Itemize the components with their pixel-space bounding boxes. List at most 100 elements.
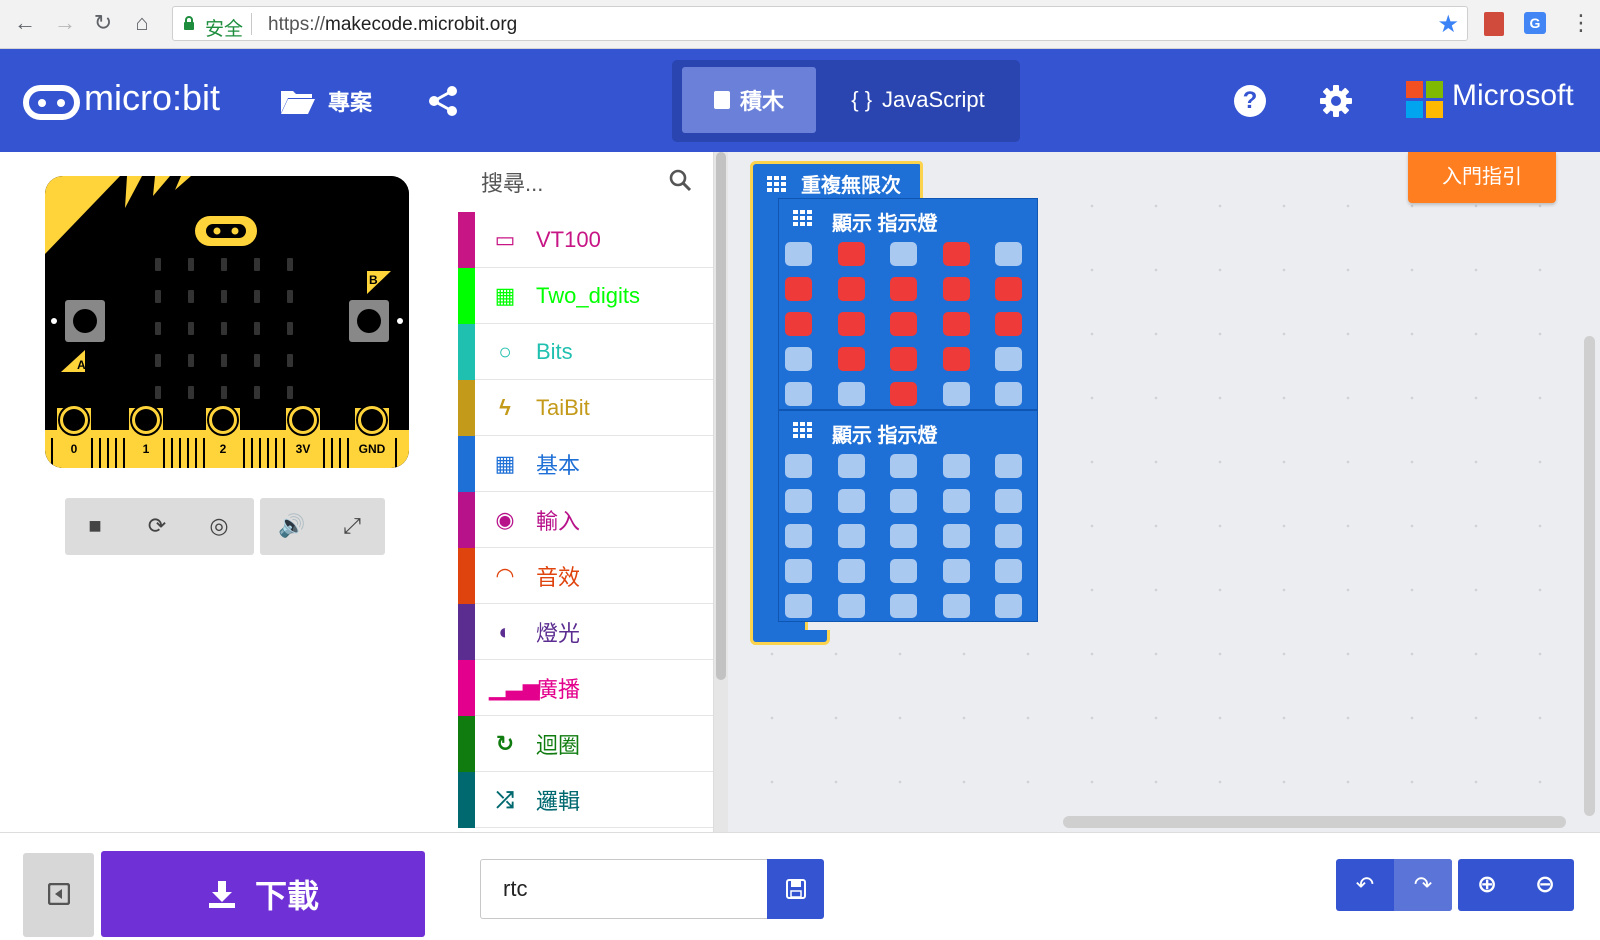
led-toggle[interactable] bbox=[995, 347, 1022, 371]
led-toggle[interactable] bbox=[785, 524, 812, 548]
led-toggle[interactable] bbox=[837, 454, 865, 478]
pdf-extension-icon[interactable] bbox=[1484, 12, 1504, 36]
restart-icon[interactable]: ⟳ bbox=[143, 512, 171, 540]
toolbox-scrollbar-thumb[interactable] bbox=[716, 152, 726, 680]
led-toggle[interactable] bbox=[837, 524, 865, 548]
led-toggle[interactable] bbox=[785, 277, 812, 301]
led-toggle[interactable] bbox=[837, 242, 865, 266]
zoom-in-button[interactable]: ⊕ bbox=[1458, 859, 1516, 911]
collapse-simulator-button[interactable] bbox=[23, 853, 94, 937]
back-icon[interactable]: ← bbox=[10, 8, 40, 38]
led-toggle[interactable] bbox=[785, 347, 812, 371]
led-toggle[interactable] bbox=[837, 277, 865, 301]
workspace-vertical-scrollbar[interactable] bbox=[1584, 336, 1595, 816]
stop-icon[interactable]: ■ bbox=[81, 512, 109, 540]
led-toggle[interactable] bbox=[995, 524, 1022, 548]
led-toggle[interactable] bbox=[890, 489, 917, 513]
led-toggle[interactable] bbox=[942, 594, 970, 618]
led-toggle[interactable] bbox=[785, 594, 812, 618]
translate-extension-icon[interactable]: G bbox=[1524, 12, 1546, 34]
led-toggle[interactable] bbox=[837, 382, 865, 406]
led-toggle[interactable] bbox=[995, 454, 1022, 478]
led-toggle[interactable] bbox=[890, 347, 917, 371]
led-toggle[interactable] bbox=[785, 312, 812, 336]
zoom-out-button[interactable]: ⊖ bbox=[1516, 859, 1574, 911]
led-toggle[interactable] bbox=[942, 489, 970, 513]
led-toggle[interactable] bbox=[995, 594, 1022, 618]
show-leds-block[interactable]: 顯示 指示燈 bbox=[778, 198, 1038, 410]
led-toggle[interactable] bbox=[837, 559, 865, 583]
led-toggle[interactable] bbox=[890, 454, 917, 478]
led-toggle[interactable] bbox=[995, 559, 1022, 583]
led-toggle[interactable] bbox=[837, 347, 865, 371]
reload-icon[interactable]: ↻ bbox=[88, 8, 118, 38]
help-icon[interactable]: ? bbox=[1234, 85, 1266, 117]
led-toggle[interactable] bbox=[995, 489, 1022, 513]
toolbox-search-input[interactable]: 搜尋... bbox=[481, 166, 543, 198]
led-toggle[interactable] bbox=[837, 312, 865, 336]
projects-button[interactable]: 專案 bbox=[280, 79, 372, 123]
led-toggle[interactable] bbox=[942, 524, 970, 548]
led-toggle[interactable] bbox=[785, 242, 812, 266]
microbit-simulator-board[interactable]: A B 0 1 2 3V GND bbox=[45, 176, 409, 468]
gear-icon[interactable] bbox=[1318, 83, 1354, 119]
led-toggle[interactable] bbox=[942, 242, 970, 266]
address-bar[interactable]: 安全 https://makecode.microbit.org ★ bbox=[172, 6, 1468, 41]
redo-button[interactable]: ↷ bbox=[1394, 859, 1452, 911]
toolbox-category[interactable]: ○ Bits bbox=[458, 323, 713, 380]
forever-block-header[interactable]: 重複無限次 bbox=[750, 161, 923, 201]
blocks-workspace[interactable]: 重複無限次 顯示 指示燈 顯示 指示燈 bbox=[728, 152, 1600, 832]
led-toggle[interactable] bbox=[890, 277, 917, 301]
led-toggle[interactable] bbox=[942, 347, 970, 371]
led-toggle[interactable] bbox=[890, 242, 917, 266]
toolbox-category[interactable]: ϟ TaiBit bbox=[458, 379, 713, 436]
led-toggle[interactable] bbox=[890, 559, 917, 583]
led-toggle[interactable] bbox=[837, 594, 865, 618]
led-toggle[interactable] bbox=[785, 454, 812, 478]
slow-motion-icon[interactable]: ◎ bbox=[205, 512, 233, 540]
show-leds-block[interactable]: 顯示 指示燈 bbox=[778, 410, 1038, 622]
toolbox-scrollbar[interactable] bbox=[714, 152, 728, 832]
led-toggle[interactable] bbox=[942, 382, 970, 406]
led-toggle[interactable] bbox=[785, 559, 812, 583]
microbit-logo-icon[interactable] bbox=[23, 85, 80, 120]
led-toggle[interactable] bbox=[942, 277, 970, 301]
toolbox-category[interactable]: ◠ 音效 bbox=[458, 547, 713, 604]
toolbox-category[interactable]: ▁▃▅ 廣播 bbox=[458, 659, 713, 716]
toolbox-category[interactable]: ▦ Two_digits bbox=[458, 267, 713, 324]
download-button[interactable]: 下載 bbox=[101, 851, 425, 937]
project-name-input[interactable]: rtc bbox=[480, 859, 768, 919]
save-button[interactable] bbox=[767, 859, 824, 919]
mute-icon[interactable]: 🔊 bbox=[278, 512, 306, 540]
forward-icon[interactable]: → bbox=[50, 8, 80, 38]
led-toggle[interactable] bbox=[890, 312, 917, 336]
led-toggle[interactable] bbox=[995, 312, 1022, 336]
toolbox-category[interactable]: ↻ 迴圈 bbox=[458, 715, 713, 772]
led-toggle[interactable] bbox=[995, 382, 1022, 406]
led-toggle[interactable] bbox=[785, 489, 812, 513]
toolbox-category[interactable]: ▦ 基本 bbox=[458, 435, 713, 492]
led-toggle[interactable] bbox=[995, 277, 1022, 301]
tab-blocks[interactable]: 積木 bbox=[682, 67, 816, 133]
led-toggle[interactable] bbox=[785, 382, 812, 406]
led-toggle[interactable] bbox=[890, 594, 917, 618]
getting-started-button[interactable]: 入門指引 bbox=[1408, 152, 1556, 203]
led-toggle[interactable] bbox=[942, 454, 970, 478]
toolbox-category[interactable]: ▭ VT100 bbox=[458, 211, 713, 268]
toolbox-category[interactable]: ⤮ 邏輯 bbox=[458, 771, 713, 828]
home-icon[interactable]: ⌂ bbox=[127, 8, 157, 38]
led-toggle[interactable] bbox=[942, 312, 970, 336]
share-icon[interactable] bbox=[425, 83, 461, 119]
led-toggle[interactable] bbox=[890, 524, 917, 548]
fullscreen-icon[interactable]: ⤢ bbox=[338, 512, 366, 540]
led-toggle[interactable] bbox=[837, 489, 865, 513]
search-icon[interactable] bbox=[668, 168, 692, 192]
forever-block-footer[interactable] bbox=[750, 630, 830, 645]
tab-javascript[interactable]: { } JavaScript bbox=[826, 67, 1010, 133]
undo-button[interactable]: ↶ bbox=[1336, 859, 1394, 911]
workspace-horizontal-scrollbar[interactable] bbox=[1063, 816, 1566, 828]
led-toggle[interactable] bbox=[942, 559, 970, 583]
toolbox-category[interactable]: ◉ 輸入 bbox=[458, 491, 713, 548]
bookmark-star-icon[interactable]: ★ bbox=[1437, 10, 1459, 39]
led-toggle[interactable] bbox=[995, 242, 1022, 266]
